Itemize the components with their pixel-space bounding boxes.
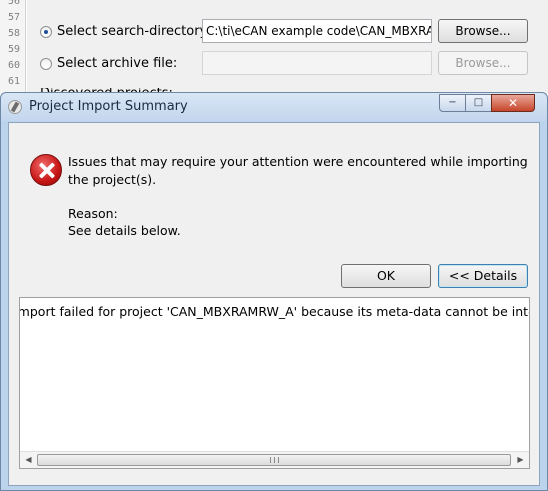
archive-file-label: Select archive file: xyxy=(57,56,178,71)
browse-archive-button[interactable]: Browse... xyxy=(438,51,528,75)
line-number-gutter: 56 57 58 59 60 61 xyxy=(0,0,26,94)
line-number: 58 xyxy=(7,28,20,39)
dialog-message: Issues that may require your attention w… xyxy=(68,154,528,187)
line-number: 59 xyxy=(7,44,20,55)
reason-text: See details below. xyxy=(68,223,181,238)
close-icon: ✕ xyxy=(507,96,519,110)
details-button[interactable]: << Details xyxy=(438,264,528,288)
close-button[interactable]: ✕ xyxy=(491,94,535,112)
dialog-body: Issues that may require your attention w… xyxy=(8,122,540,486)
archive-file-option[interactable]: Select archive file: xyxy=(40,56,177,71)
browse-directory-button[interactable]: Browse... xyxy=(438,19,528,43)
search-directory-label: Select search-directory: xyxy=(57,24,211,39)
horizontal-scrollbar[interactable]: ◀ ▶ xyxy=(20,451,529,468)
details-text-area[interactable]: Import failed for project 'CAN_MBXRAMRW_… xyxy=(19,297,530,469)
search-directory-radio[interactable] xyxy=(40,25,52,38)
line-number: 57 xyxy=(7,12,20,23)
archive-file-radio[interactable] xyxy=(40,57,52,70)
ok-button[interactable]: OK xyxy=(341,264,431,288)
search-directory-input[interactable]: C:\ti\eCAN example code\CAN_MBXRAMRW_A xyxy=(202,19,432,43)
line-number: 61 xyxy=(7,76,20,87)
minimize-button[interactable]: − xyxy=(439,94,466,112)
import-wizard-background xyxy=(27,0,548,94)
grip-icon xyxy=(270,457,279,463)
search-directory-option[interactable]: Select search-directory: xyxy=(40,24,211,39)
line-number: 60 xyxy=(7,60,20,71)
maximize-icon: □ xyxy=(473,97,484,108)
project-import-summary-dialog: Project Import Summary − □ ✕ Issues that… xyxy=(0,92,548,491)
reason-label: Reason: xyxy=(68,206,118,221)
app-icon xyxy=(8,100,22,114)
error-icon xyxy=(30,154,62,186)
archive-file-input[interactable] xyxy=(202,51,432,75)
minimize-icon: − xyxy=(448,97,457,108)
scrollbar-thumb[interactable] xyxy=(37,454,511,466)
dialog-title: Project Import Summary xyxy=(29,99,188,114)
scroll-left-icon[interactable]: ◀ xyxy=(20,452,37,468)
title-bar[interactable]: Project Import Summary − □ ✕ xyxy=(1,93,547,121)
maximize-button[interactable]: □ xyxy=(465,94,492,112)
details-text: Import failed for project 'CAN_MBXRAMRW_… xyxy=(19,304,529,319)
line-number: 56 xyxy=(7,0,20,7)
scroll-right-icon[interactable]: ▶ xyxy=(512,452,529,468)
